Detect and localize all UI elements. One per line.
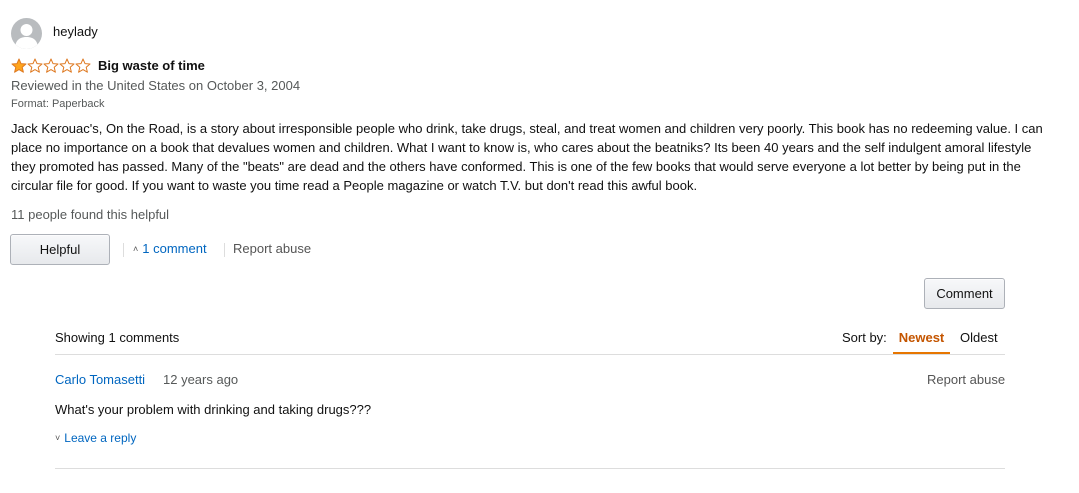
- review-title[interactable]: Big waste of time: [98, 58, 205, 73]
- star-empty-icon: [59, 58, 75, 73]
- divider: [224, 243, 225, 257]
- sort-newest-tab[interactable]: Newest: [893, 330, 950, 345]
- comment-button-label: Comment: [936, 286, 993, 301]
- sort-by-label: Sort by:: [842, 330, 887, 345]
- sort-oldest-tab[interactable]: Oldest: [960, 330, 998, 345]
- comments-divider: [55, 354, 1005, 355]
- divider: [123, 243, 124, 257]
- comment-count-label: 1 comment: [142, 241, 207, 256]
- leave-reply-label: Leave a reply: [64, 431, 137, 445]
- review-date: Reviewed in the United States on October…: [11, 78, 301, 93]
- reviewer-name[interactable]: heylady: [53, 24, 98, 39]
- format-label[interactable]: Format: Paperback: [11, 98, 105, 110]
- star-empty-icon: [27, 58, 43, 73]
- star-rating[interactable]: [11, 58, 91, 73]
- helpful-button[interactable]: Helpful: [10, 234, 110, 265]
- review-body: Jack Kerouac's, On the Road, is a story …: [11, 121, 1043, 193]
- avatar: [11, 18, 42, 49]
- star-empty-icon: [75, 58, 91, 73]
- chevron-down-icon: ˅: [55, 433, 61, 443]
- user-silhouette-icon: [15, 24, 38, 49]
- leave-reply-link[interactable]: ˅ Leave a reply: [55, 431, 136, 445]
- comments-divider: [55, 468, 1005, 469]
- comment-toggle-link[interactable]: ˄ 1 comment: [133, 241, 207, 256]
- helpful-button-label: Helpful: [39, 242, 81, 257]
- comment-button[interactable]: Comment: [924, 278, 1005, 309]
- commenter-name[interactable]: Carlo Tomasetti: [55, 372, 145, 387]
- chevron-up-icon: ˄: [133, 243, 139, 254]
- comment-text: What's your problem with drinking and ta…: [55, 402, 372, 417]
- comments-count: Showing 1 comments: [55, 330, 180, 345]
- comment-timestamp: 12 years ago: [163, 372, 239, 387]
- helpful-count: 11 people found this helpful: [11, 207, 170, 222]
- comment-report-abuse-link[interactable]: Report abuse: [927, 372, 1005, 387]
- star-empty-icon: [43, 58, 59, 73]
- report-abuse-link[interactable]: Report abuse: [233, 241, 311, 256]
- star-filled-icon: [11, 58, 27, 73]
